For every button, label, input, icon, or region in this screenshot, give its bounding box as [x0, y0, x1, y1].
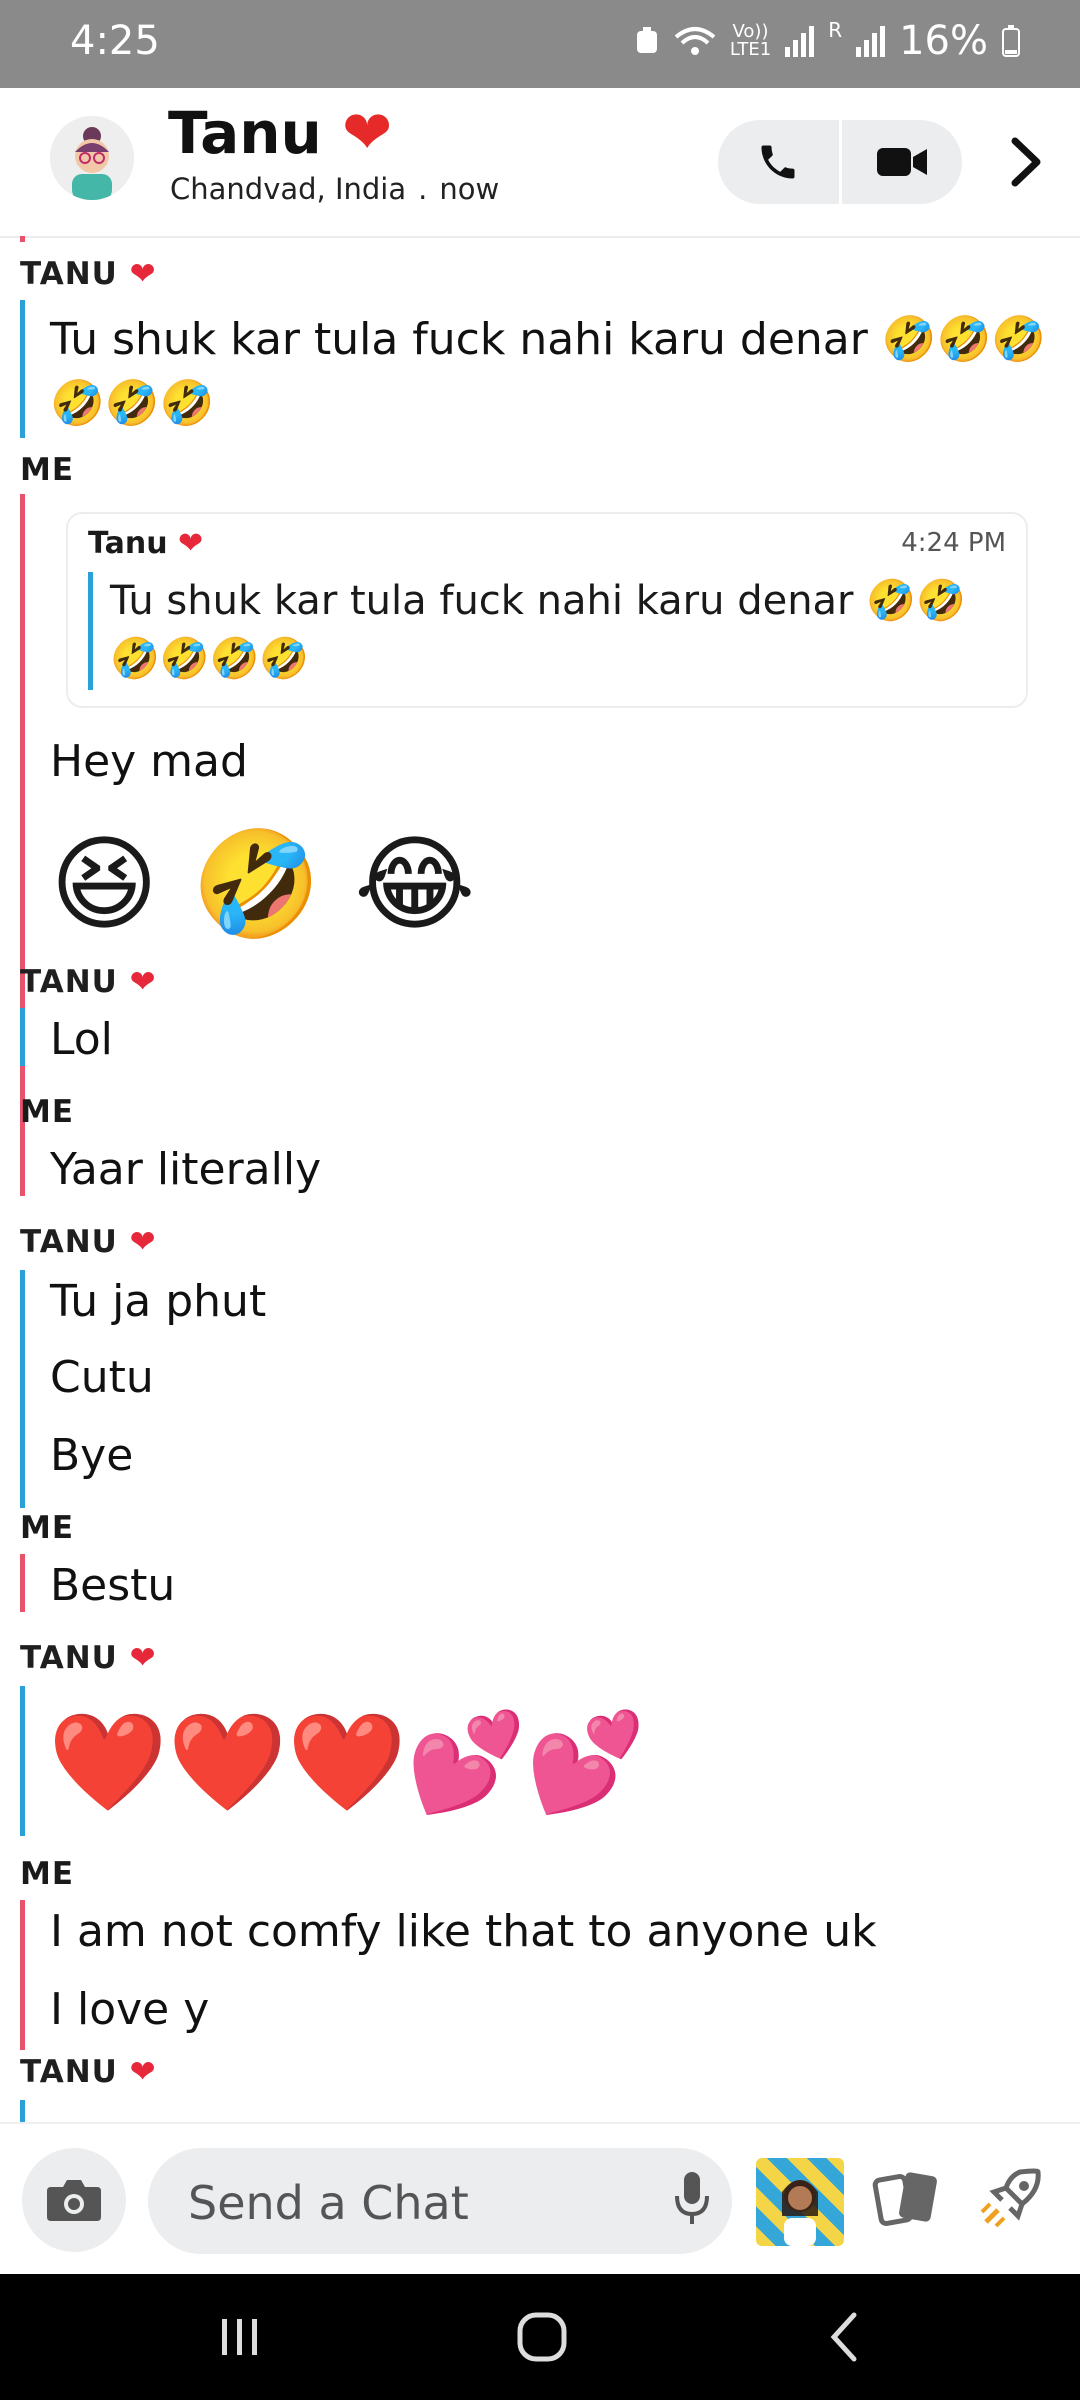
camera-icon: [47, 2180, 101, 2221]
sender-label-tanu: TANU ❤: [20, 2054, 157, 2090]
quoted-time: 4:24 PM: [901, 528, 1006, 558]
chat-input[interactable]: Send a Chat: [148, 2148, 732, 2254]
wifi-icon: [674, 27, 716, 55]
contact-status: Chandvad, India. now: [170, 172, 500, 206]
call-buttons: [718, 120, 962, 204]
emoji-message[interactable]: 😆 🤣 😂: [50, 832, 476, 936]
message-bar: [20, 1008, 25, 1066]
sender-label-tanu: TANU ❤: [20, 256, 157, 292]
status-icons: Vo)) LTE1 R 16%: [634, 18, 1020, 64]
heart-icon: ❤: [129, 1640, 157, 1676]
message-text[interactable]: Lol: [50, 1014, 113, 1065]
message-text[interactable]: Hey mad: [50, 736, 248, 787]
sender-label-tanu: TANU ❤: [20, 1640, 157, 1676]
chat-header: Tanu ❤ Chandvad, India. now: [0, 88, 1080, 238]
signal-icon: [785, 25, 815, 57]
sender-label-me: ME: [20, 1856, 75, 1892]
status-bar: 4:25 Vo)) LTE1 R 16%: [0, 0, 1080, 88]
rocket-button[interactable]: [976, 2162, 1048, 2238]
heart-icon: ❤: [178, 526, 204, 561]
message-bar: [20, 1138, 25, 1196]
message-text[interactable]: Cutu: [50, 1352, 154, 1403]
message-text[interactable]: Bye: [50, 1430, 133, 1481]
location-text: Chandvad, India: [170, 172, 407, 206]
video-call-button[interactable]: [842, 120, 963, 204]
quoted-text: Tu shuk kar tula fuck nahi karu denar 🤣🤣…: [110, 578, 966, 682]
message-text[interactable]: Tu ja phut: [50, 1276, 266, 1327]
message-bar: [20, 236, 25, 242]
heart-icon: ❤: [129, 1224, 157, 1260]
alarm-icon: [636, 27, 657, 53]
chat-list[interactable]: TANU ❤ Tu shuk kar tula fuck nahi karu d…: [0, 236, 1080, 2122]
back-icon: [830, 2312, 857, 2362]
message-bar: [20, 1686, 25, 1836]
recent-apps-button[interactable]: [180, 2304, 300, 2370]
chevron-right-icon: [1011, 137, 1041, 187]
cards-icon: [872, 2172, 937, 2226]
recent-apps-icon: [222, 2319, 257, 2355]
voice-call-button[interactable]: [718, 120, 839, 204]
camera-button[interactable]: [22, 2148, 126, 2252]
message-bar: [20, 1270, 25, 1508]
bitmoji-icon: [782, 2180, 818, 2246]
message-text[interactable]: I love y: [50, 1984, 209, 2035]
message-bar: [20, 494, 25, 1190]
quoted-sender: Tanu ❤: [88, 526, 204, 561]
message-bar: [20, 1554, 25, 1612]
battery-percent: 16%: [899, 18, 988, 64]
bitmoji-avatar-icon: [50, 116, 134, 200]
heart-icon: ❤: [342, 98, 393, 168]
heart-icon: ❤: [129, 964, 157, 1000]
message-bar: [20, 300, 25, 438]
message-text[interactable]: Tu shuk kar tula fuck nahi karu denar 🤣🤣…: [50, 308, 1050, 436]
network-type: Vo)) LTE1: [729, 21, 772, 60]
sender-label-tanu: TANU ❤: [20, 964, 157, 1000]
sender-label-me: ME: [20, 452, 75, 488]
hearts-emoji-message[interactable]: ❤️❤️❤️💕💕: [48, 1714, 646, 1810]
message-bar: [20, 1900, 25, 2050]
bitmoji-button[interactable]: [756, 2158, 844, 2246]
video-camera-icon: [876, 148, 927, 176]
home-icon: [517, 2312, 567, 2362]
signal-icon-2: [856, 25, 886, 57]
heart-icon: ❤: [129, 256, 157, 292]
microphone-icon[interactable]: [672, 2170, 712, 2230]
sender-label-me: ME: [20, 1094, 75, 1130]
battery-icon: [1002, 25, 1020, 57]
quoted-message[interactable]: Tanu ❤ 4:24 PM Tu shuk kar tula fuck nah…: [66, 512, 1028, 708]
roaming-indicator: R: [828, 18, 843, 42]
message-bar: [20, 2100, 25, 2122]
contact-name[interactable]: Tanu ❤: [168, 98, 392, 168]
system-nav-bar: [0, 2274, 1080, 2400]
avatar[interactable]: [50, 116, 134, 200]
rocket-icon: [980, 2168, 1041, 2228]
chat-composer: Send a Chat: [0, 2122, 1080, 2276]
cards-button[interactable]: [872, 2164, 942, 2238]
sender-label-tanu: TANU ❤: [20, 1224, 157, 1260]
heart-icon: ❤: [129, 2054, 157, 2090]
more-button[interactable]: [1000, 124, 1052, 200]
sender-label-me: ME: [20, 1510, 75, 1546]
message-text[interactable]: I am not comfy like that to anyone uk: [50, 1906, 877, 1957]
message-text[interactable]: Yaar literally: [50, 1144, 321, 1195]
last-seen: now: [439, 172, 500, 206]
home-button[interactable]: [482, 2304, 602, 2370]
back-button[interactable]: [784, 2304, 904, 2370]
status-time: 4:25: [70, 18, 160, 64]
phone-icon: [761, 145, 795, 179]
chat-input-placeholder: Send a Chat: [188, 2176, 469, 2230]
message-text[interactable]: Bestu: [50, 1560, 175, 1611]
